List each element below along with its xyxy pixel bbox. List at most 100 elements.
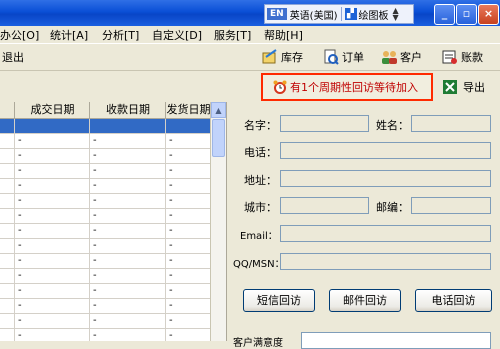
- table-row[interactable]: ---: [0, 179, 210, 194]
- table-row[interactable]: ---: [0, 209, 210, 224]
- table-cell[interactable]: -: [14, 134, 90, 148]
- table-cell[interactable]: -: [14, 299, 90, 313]
- table-cell[interactable]: -: [89, 314, 166, 328]
- city-field[interactable]: [280, 197, 369, 214]
- row-indicator[interactable]: [0, 149, 14, 163]
- ime-lang-code[interactable]: EN: [267, 8, 287, 20]
- row-indicator[interactable]: [0, 119, 14, 133]
- table-cell[interactable]: -: [14, 209, 90, 223]
- row-indicator[interactable]: [0, 239, 14, 253]
- table-cell[interactable]: -: [89, 164, 166, 178]
- ime-options-icon[interactable]: ▲ ▼: [393, 7, 399, 22]
- menu-custom[interactable]: 自定义[D]: [152, 27, 202, 43]
- table-cell[interactable]: -: [89, 284, 166, 298]
- qq-msn-field[interactable]: [280, 253, 491, 270]
- table-cell[interactable]: -: [89, 179, 166, 193]
- row-indicator[interactable]: [0, 224, 14, 238]
- export-button[interactable]: 导出: [443, 79, 485, 95]
- menu-statistics[interactable]: 统计[A]: [50, 27, 88, 43]
- table-row[interactable]: ---: [0, 164, 210, 179]
- row-indicator[interactable]: [0, 314, 14, 328]
- vertical-scrollbar[interactable]: ▲: [210, 102, 226, 341]
- table-cell[interactable]: -: [89, 194, 166, 208]
- table-cell[interactable]: -: [14, 314, 90, 328]
- table-cell[interactable]: -: [14, 254, 90, 268]
- row-indicator[interactable]: [0, 134, 14, 148]
- row-indicator[interactable]: [0, 284, 14, 298]
- sms-followup-button[interactable]: 短信回访: [243, 289, 315, 312]
- zip-field[interactable]: [411, 197, 491, 214]
- table-row[interactable]: ---: [0, 149, 210, 164]
- table-cell[interactable]: -: [165, 134, 211, 148]
- scroll-thumb[interactable]: [212, 119, 225, 157]
- table-cell[interactable]: -: [89, 209, 166, 223]
- close-button[interactable]: ×: [478, 4, 499, 25]
- inventory-button[interactable]: 库存: [262, 48, 303, 66]
- menu-help[interactable]: 帮助[H]: [264, 27, 303, 43]
- table-cell[interactable]: -: [165, 329, 211, 341]
- pending-followup-notice[interactable]: 有1个周期性回访等待加入: [261, 73, 433, 101]
- row-indicator[interactable]: [0, 269, 14, 283]
- table-cell[interactable]: -: [89, 254, 166, 268]
- row-indicator[interactable]: [0, 299, 14, 313]
- name-field[interactable]: [280, 115, 369, 132]
- table-row[interactable]: ---: [0, 239, 210, 254]
- order-button[interactable]: 订单: [323, 48, 364, 66]
- table-cell[interactable]: [14, 119, 90, 133]
- ime-language[interactable]: 英语(美国): [290, 7, 338, 22]
- table-cell[interactable]: -: [165, 269, 211, 283]
- accounts-button[interactable]: 账款: [442, 48, 483, 66]
- table-cell[interactable]: -: [165, 239, 211, 253]
- table-cell[interactable]: -: [165, 314, 211, 328]
- table-row[interactable]: ---: [0, 269, 210, 284]
- menu-service[interactable]: 服务[T]: [214, 27, 251, 43]
- email-followup-button[interactable]: 邮件回访: [329, 289, 401, 312]
- table-cell[interactable]: -: [89, 329, 166, 341]
- table-cell[interactable]: -: [165, 284, 211, 298]
- table-row[interactable]: ---: [0, 254, 210, 269]
- table-cell[interactable]: -: [14, 149, 90, 163]
- table-cell[interactable]: -: [165, 299, 211, 313]
- table-cell[interactable]: -: [89, 149, 166, 163]
- table-cell[interactable]: -: [14, 224, 90, 238]
- minimize-button[interactable]: _: [434, 4, 455, 25]
- table-row[interactable]: [0, 119, 210, 134]
- customer-button[interactable]: 客户: [381, 48, 422, 66]
- restore-button[interactable]: ▫: [456, 4, 477, 25]
- address-field[interactable]: [280, 170, 491, 187]
- row-indicator[interactable]: [0, 209, 14, 223]
- table-cell[interactable]: -: [165, 149, 211, 163]
- phone-field[interactable]: [280, 142, 491, 159]
- table-row[interactable]: ---: [0, 194, 210, 209]
- exit-button[interactable]: 退出: [2, 49, 24, 65]
- phone-followup-button[interactable]: 电话回访: [415, 289, 492, 312]
- records-table[interactable]: 成交日期 收款日期 发货日期 -------------------------…: [0, 102, 226, 341]
- table-cell[interactable]: -: [89, 134, 166, 148]
- column-ship-date[interactable]: 发货日期: [165, 102, 211, 118]
- table-cell[interactable]: [89, 119, 166, 133]
- table-cell[interactable]: -: [14, 179, 90, 193]
- table-cell[interactable]: -: [165, 224, 211, 238]
- table-row[interactable]: ---: [0, 329, 210, 341]
- ime-language-bar[interactable]: EN 英语(美国) ▞ 绘图板 ▲ ▼: [264, 4, 414, 24]
- table-cell[interactable]: -: [165, 194, 211, 208]
- table-cell[interactable]: [165, 119, 211, 133]
- row-indicator[interactable]: [0, 254, 14, 268]
- menu-analysis[interactable]: 分析[T]: [102, 27, 139, 43]
- table-cell[interactable]: -: [14, 194, 90, 208]
- table-cell[interactable]: -: [89, 269, 166, 283]
- surname-field[interactable]: [411, 115, 491, 132]
- table-cell[interactable]: -: [165, 209, 211, 223]
- column-payment-date[interactable]: 收款日期: [89, 102, 166, 118]
- table-cell[interactable]: -: [14, 284, 90, 298]
- table-row[interactable]: ---: [0, 224, 210, 239]
- menu-office[interactable]: 办公[O]: [0, 27, 39, 43]
- table-cell[interactable]: -: [165, 254, 211, 268]
- table-cell[interactable]: -: [14, 329, 90, 341]
- table-row[interactable]: ---: [0, 134, 210, 149]
- table-cell[interactable]: -: [14, 239, 90, 253]
- table-cell[interactable]: -: [165, 164, 211, 178]
- table-row[interactable]: ---: [0, 314, 210, 329]
- table-cell[interactable]: -: [14, 164, 90, 178]
- table-cell[interactable]: -: [89, 299, 166, 313]
